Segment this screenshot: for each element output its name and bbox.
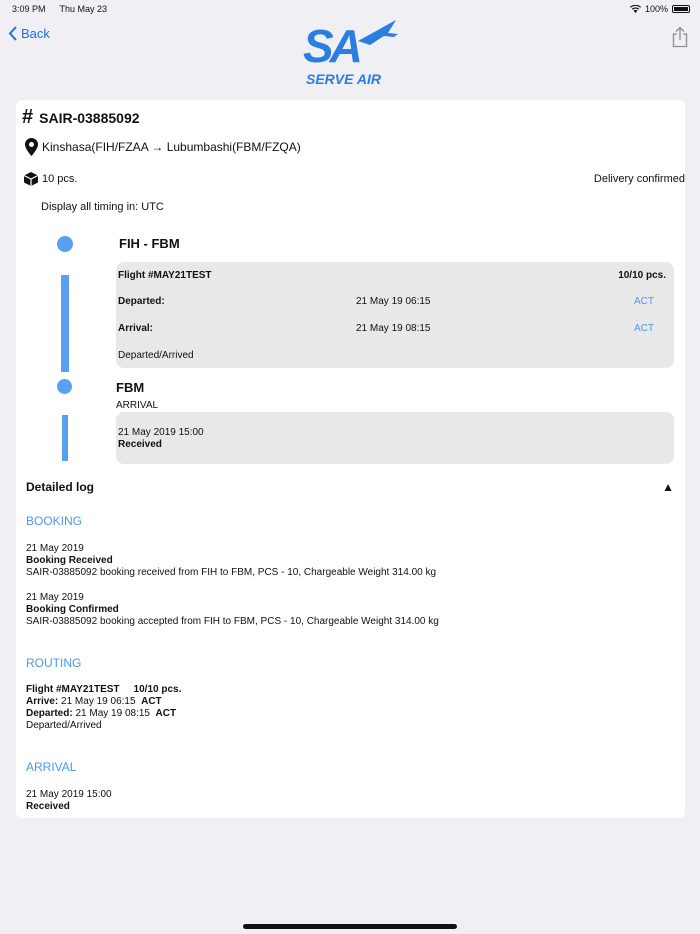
routing-departed-time: 21 May 19 08:15 xyxy=(75,708,150,719)
arrival-section-title: ARRIVAL xyxy=(26,760,77,774)
detailed-log-toggle[interactable]: Detailed log ▲ xyxy=(26,480,676,498)
routing-pieces: 10/10 pcs. xyxy=(133,684,182,695)
back-label: Back xyxy=(21,26,50,41)
routing-arrive-label: Arrive: xyxy=(26,696,59,707)
routing-state: Departed/Arrived xyxy=(26,720,102,731)
route-row: Kinshasa(FIH/FZAA → Lubumbashi(FBM/FZQA) xyxy=(22,138,691,156)
arrival-box: 21 May 2019 15:00 Received xyxy=(116,412,674,464)
log-entry: 21 May 2019 Booking Confirmed SAIR-03885… xyxy=(26,592,439,628)
destination-code: FBM xyxy=(116,380,145,395)
arrival-label: Arrival: xyxy=(118,323,154,334)
arrival-time: 21 May 19 08:15 xyxy=(356,323,431,334)
arrival-status: ACT xyxy=(634,323,654,334)
shipment-card: # SAIR-03885092 Kinshasa(FIH/FZAA → Lubu… xyxy=(16,100,685,818)
routing-departed-status: ACT xyxy=(155,708,177,719)
arrival-state: Received xyxy=(118,439,162,450)
arrival-entry-state: Received xyxy=(26,801,70,812)
flight-pieces: 10/10 pcs. xyxy=(618,270,666,281)
flight-box: Flight #MAY21TEST 10/10 pcs. Departed: 2… xyxy=(116,262,674,368)
routing-arrive-status: ACT xyxy=(141,696,162,707)
detailed-log-title: Detailed log xyxy=(26,480,95,494)
serve-air-logo: SA SERVE AIR xyxy=(303,20,398,87)
status-time: 3:09 PM Thu May 23 xyxy=(12,4,108,14)
pieces-row: 10 pcs. Delivery confirmed xyxy=(22,172,691,186)
airplane-icon xyxy=(358,20,398,45)
log-entry: 21 May 2019 Booking Received SAIR-038850… xyxy=(26,543,436,579)
timeline-dot-origin xyxy=(57,236,73,252)
routing-departed-label: Departed: xyxy=(26,708,73,719)
back-button[interactable]: Back xyxy=(8,26,50,41)
location-pin-icon xyxy=(24,138,38,156)
home-indicator[interactable] xyxy=(243,924,457,929)
share-icon[interactable] xyxy=(672,26,688,48)
arrival-datetime: 21 May 2019 15:00 xyxy=(118,427,204,438)
log-entry-date: 21 May 2019 xyxy=(26,543,84,554)
delivery-status: Delivery confirmed xyxy=(593,173,685,185)
departed-status: ACT xyxy=(634,296,654,307)
chevron-left-icon xyxy=(8,26,17,41)
segment-title: FIH - FBM xyxy=(119,236,180,251)
flight-number: Flight #MAY21TEST xyxy=(118,270,212,281)
battery-percent: 100% xyxy=(644,4,668,14)
log-entry-detail: SAIR-03885092 booking accepted from FIH … xyxy=(26,616,439,627)
routing-arrive-time: 21 May 19 06:15 xyxy=(61,696,136,707)
booking-section-title: BOOKING xyxy=(26,514,83,528)
collapse-triangle-icon: ▲ xyxy=(662,480,674,494)
timeline-bar-flight xyxy=(61,275,69,372)
timeline-bar-destination xyxy=(62,415,68,461)
status-bar: 3:09 PM Thu May 23 100% xyxy=(0,0,700,18)
route-text: Kinshasa(FIH/FZAA → Lubumbashi(FBM/FZQA) xyxy=(42,140,301,154)
logo-initials: SA xyxy=(303,20,360,72)
pieces-count: 10 pcs. xyxy=(42,173,78,185)
log-entry-detail: SAIR-03885092 booking received from FIH … xyxy=(26,567,437,578)
status-date: Thu May 23 xyxy=(59,4,108,14)
navigation-bar: Back SA SERVE AIR xyxy=(0,18,700,100)
wifi-icon xyxy=(629,5,641,13)
awb-row: # SAIR-03885092 xyxy=(22,106,691,129)
arrival-entry: 21 May 2019 15:00 Received xyxy=(26,789,112,813)
routing-entry: Flight #MAY21TEST 10/10 pcs. Arrive: 21 M… xyxy=(26,684,181,732)
package-icon xyxy=(24,172,38,186)
timeline-dot-destination xyxy=(57,379,72,394)
logo-text: SERVE AIR xyxy=(306,71,382,87)
departed-label: Departed: xyxy=(118,296,165,307)
destination-type: ARRIVAL xyxy=(116,400,159,411)
flight-state: Departed/Arrived xyxy=(118,350,194,361)
log-entry-date: 21 May 2019 xyxy=(26,592,84,603)
log-entry-event: Booking Received xyxy=(26,555,113,566)
routing-section-title: ROUTING xyxy=(26,656,82,670)
departed-time: 21 May 19 06:15 xyxy=(356,296,431,307)
log-entry-event: Booking Confirmed xyxy=(26,604,119,615)
status-right: 100% xyxy=(629,4,690,14)
routing-flight: Flight #MAY21TEST xyxy=(26,684,120,695)
battery-icon xyxy=(672,5,690,13)
arrival-entry-date: 21 May 2019 15:00 xyxy=(26,789,112,800)
timezone-note: Display all timing in: UTC xyxy=(41,201,164,213)
hash-icon: # xyxy=(22,106,34,128)
awb-number: SAIR-03885092 xyxy=(39,109,140,126)
